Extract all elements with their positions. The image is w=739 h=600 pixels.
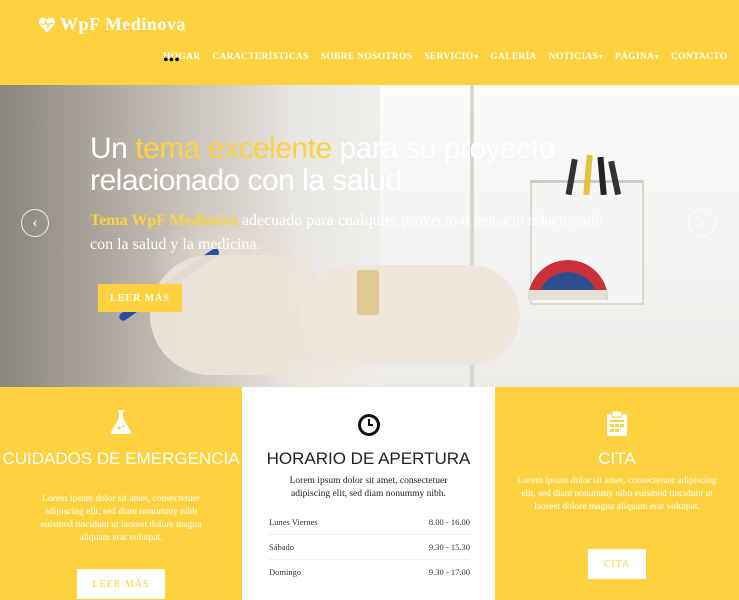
- nav-item-noticias[interactable]: NOTICIAS▾: [549, 52, 603, 62]
- hours-row: Lunes Viernes 8.00 - 16.00: [269, 510, 470, 535]
- emergency-card: CUIDADOS DE EMERGENCIA Lorem ipsum dolor…: [0, 387, 242, 600]
- flask-icon: [110, 410, 132, 434]
- nav-label: PÁGINA: [614, 52, 655, 62]
- hours-time: 8.00 - 16.00: [428, 517, 470, 527]
- hours-time: 9.30 - 15.30: [428, 542, 470, 552]
- hero-title: Un tema excelente para su proyecto relac…: [90, 133, 650, 197]
- hours-day: Domingo: [269, 567, 302, 577]
- nav-label: CARACTERÍSTICAS: [212, 52, 309, 62]
- chevron-down-icon: ▾: [655, 53, 659, 61]
- nav-item-contacto[interactable]: CONTACTO: [671, 52, 727, 62]
- main-nav: HOGAR CARACTERÍSTICAS SOBRE NOSOTROS SER…: [163, 52, 727, 62]
- heart-pulse-icon: [39, 17, 55, 32]
- slider-prev-button[interactable]: ‹: [21, 209, 49, 237]
- nav-item-pagina[interactable]: PÁGINA▾: [615, 52, 659, 62]
- emergency-text: Lorem ipsum dolor sit amet, consectetuer…: [40, 494, 202, 543]
- hours-day: Lunes Viernes: [269, 517, 318, 527]
- site-header: WpF Medinova HOGAR CARACTERÍSTICAS SOBRE…: [0, 0, 739, 85]
- nav-label: NOTICIAS: [548, 52, 599, 62]
- hero-read-more-button[interactable]: LEER MÁS: [98, 284, 182, 312]
- emergency-heading: CUIDADOS DE EMERGENCIA: [2, 449, 240, 468]
- opening-hours-table: Lunes Viernes 8.00 - 16.00 Sábado 9.30 -…: [269, 510, 470, 584]
- slider-next-button[interactable]: ›: [688, 209, 716, 237]
- nav-item-galeria[interactable]: GALERÍA: [490, 52, 536, 62]
- hero-title-highlight: tema excelente: [135, 132, 332, 165]
- nav-label: GALERÍA: [490, 52, 537, 62]
- hero-photo-hand-right: [300, 265, 520, 365]
- hours-time: 9.30 - 17.00: [428, 567, 470, 577]
- chevron-down-icon: ▾: [474, 53, 479, 61]
- appointment-button[interactable]: CITA: [588, 549, 646, 579]
- nav-label: SERVICIO: [424, 52, 474, 62]
- calendar-icon: [607, 411, 627, 436]
- appointment-heading: CITA: [598, 449, 636, 468]
- nav-item-servicio[interactable]: SERVICIO▾: [424, 52, 478, 62]
- chevron-right-icon: ›: [699, 214, 705, 231]
- hero-subtitle-highlight: Tema WpF Medinova: [90, 212, 238, 229]
- active-nav-indicator: •••: [163, 52, 180, 69]
- nav-label: SOBRE NOSOTROS: [320, 52, 413, 62]
- appointment-card: CITA Lorem ipsum dolor sit amet, consect…: [495, 387, 739, 600]
- hours-day: Sábado: [269, 542, 295, 552]
- appointment-text: Lorem ipsum dolor sit amet, consectetuer…: [517, 476, 717, 512]
- opening-hours-text: Lorem ipsum dolor sit amet, consectetuer…: [289, 476, 448, 499]
- brand-name: WpF Medinova: [60, 14, 186, 34]
- hours-row: Sábado 9.30 - 15.30: [269, 535, 470, 560]
- clock-icon: [357, 414, 380, 436]
- site-logo[interactable]: WpF Medinova: [38, 14, 186, 35]
- opening-hours-heading: HORARIO DE APERTURA: [266, 449, 471, 468]
- hero-title-part1: Un: [90, 132, 136, 165]
- hero-photo-tube: [357, 270, 379, 315]
- nav-item-caracteristicas[interactable]: CARACTERÍSTICAS: [212, 52, 308, 62]
- nav-label: CONTACTO: [671, 52, 728, 62]
- chevron-left-icon: ‹: [32, 214, 38, 231]
- chevron-down-icon: ▾: [599, 53, 603, 61]
- hero-subtitle: Tema WpF Medinova adecuado para cualquie…: [90, 209, 610, 257]
- emergency-read-more-button[interactable]: LEER MÁS: [77, 569, 165, 599]
- nav-item-sobre-nosotros[interactable]: SOBRE NOSOTROS: [321, 52, 413, 62]
- hours-row: Domingo 9.30 - 17.00: [269, 560, 470, 584]
